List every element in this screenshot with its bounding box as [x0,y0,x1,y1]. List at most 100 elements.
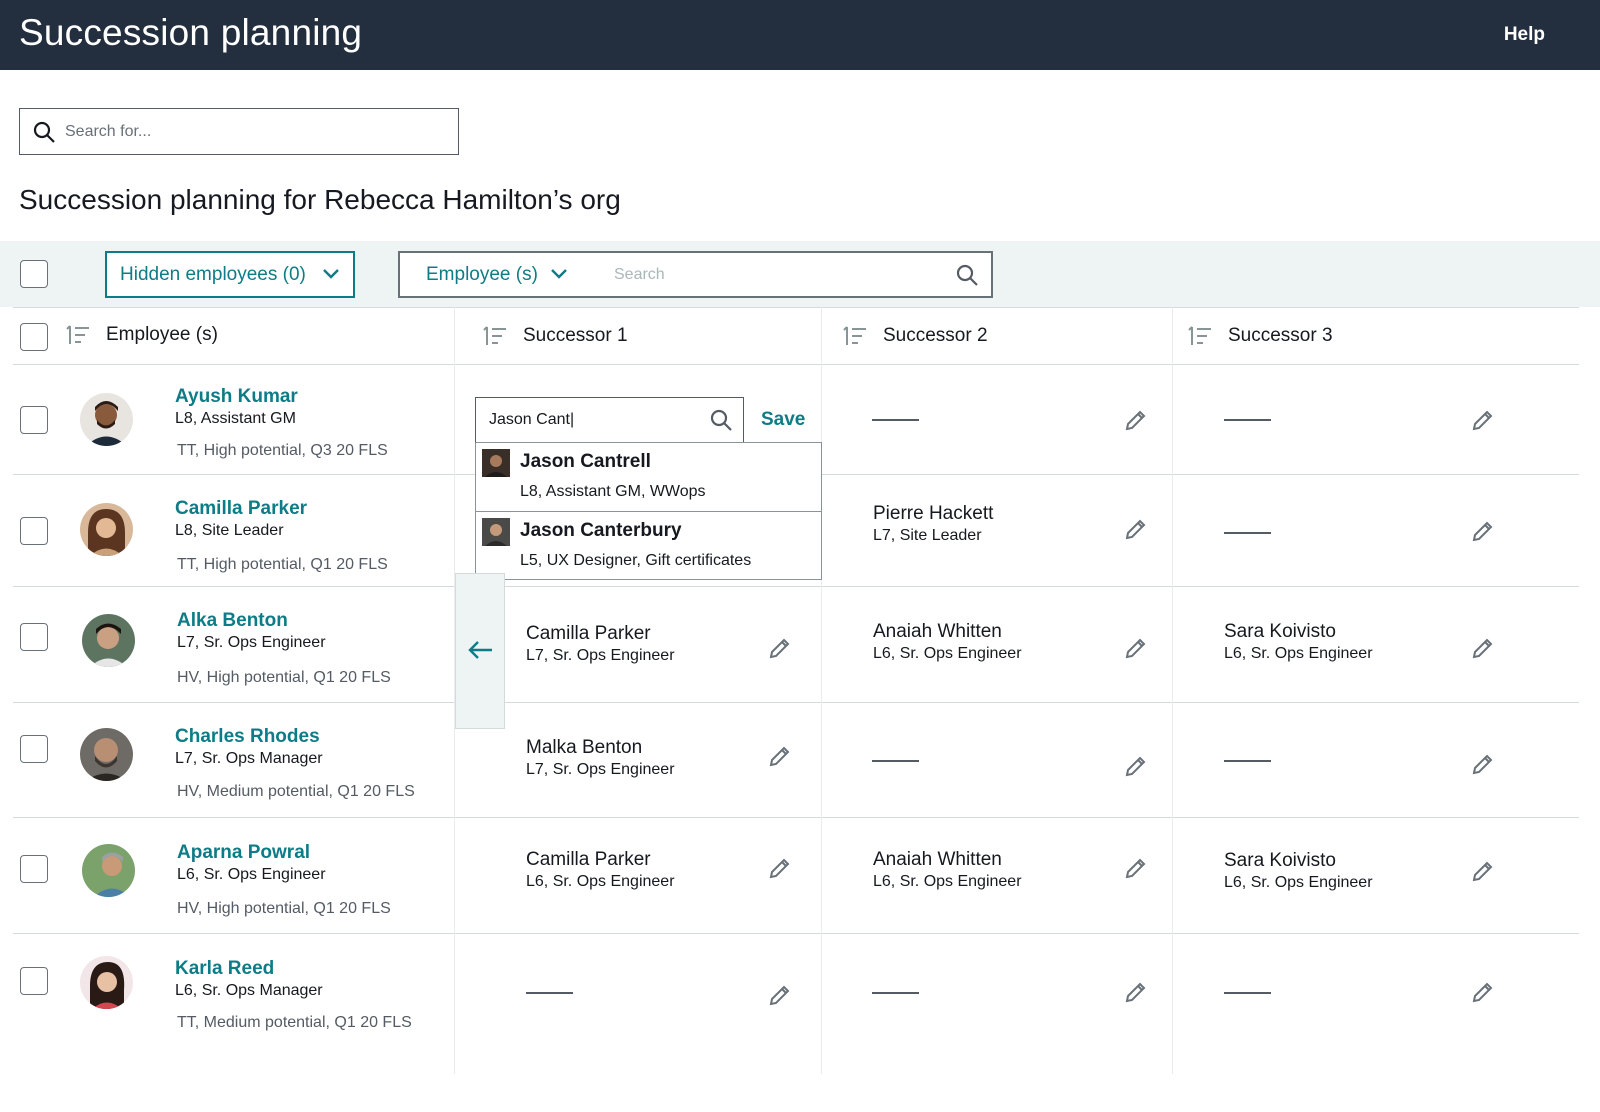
pencil-icon[interactable] [1122,405,1150,433]
employee-tags: HV, Medium potential, Q1 20 FLS [177,783,415,800]
pencil-icon[interactable] [1469,977,1497,1005]
table-divider [13,817,1579,818]
employee-tags: HV, High potential, Q1 20 FLS [177,669,391,686]
page-heading: Succession planning for Rebecca Hamilton… [19,184,621,215]
employee-role: L8, Assistant GM [175,410,296,427]
pencil-icon[interactable] [1469,516,1497,544]
suggestion-detail: L5, UX Designer, Gift certificates [520,552,752,569]
suggestion-name: Jason Cantrell [520,451,651,472]
table-divider [13,933,1579,934]
pencil-icon[interactable] [1469,633,1497,661]
search-icon[interactable] [955,263,979,287]
pencil-icon[interactable] [1122,977,1150,1005]
employee-name-link[interactable]: Aparna Powral [177,842,310,864]
employee-name-link[interactable]: Charles Rhodes [175,726,320,748]
app-title: Succession planning [19,12,363,53]
pencil-icon[interactable] [766,853,794,881]
table-divider [13,702,1579,703]
employee-role: L6, Sr. Ops Manager [175,982,323,999]
empty-successor-dash [872,760,919,762]
help-link[interactable]: Help [1504,24,1545,46]
avatar [82,614,135,667]
successor-name: Camilla Parker [526,849,651,870]
employee-filter-label: Employee (s) [426,264,538,285]
empty-successor-dash [526,992,573,994]
hidden-employees-dropdown[interactable]: Hidden employees (0) [105,251,355,298]
pencil-icon[interactable] [1122,853,1150,881]
table-divider [13,307,1579,308]
column-divider [821,307,822,1074]
row-checkbox[interactable] [20,623,48,651]
sort-icon[interactable] [1188,325,1212,347]
employee-tags: TT, High potential, Q3 20 FLS [177,442,388,459]
employee-name-link[interactable]: Ayush Kumar [175,386,298,408]
row-checkbox[interactable] [20,855,48,883]
row-checkbox[interactable] [20,517,48,545]
pencil-icon[interactable] [1469,856,1497,884]
successor-role: L7, Site Leader [873,527,982,544]
successor-role: L6, Sr. Ops Engineer [873,873,1022,890]
sort-icon[interactable] [483,325,507,347]
sort-icon[interactable] [66,324,90,346]
arrow-left-icon [468,641,492,659]
employee-tags: HV, High potential, Q1 20 FLS [177,900,391,917]
row-checkbox[interactable] [20,967,48,995]
successor-name: Sara Koivisto [1224,850,1336,871]
column-header-employee[interactable]: Employee (s) [66,307,218,363]
sort-icon[interactable] [843,325,867,347]
save-button[interactable]: Save [761,409,805,431]
successor-name: Anaiah Whitten [873,849,1002,870]
avatar [82,844,135,897]
pencil-icon[interactable] [1122,633,1150,661]
empty-successor-dash [1224,760,1271,762]
empty-successor-dash [1224,992,1271,994]
column-header-successor-3[interactable]: Successor 3 [1188,308,1333,364]
employee-name-link[interactable]: Karla Reed [175,958,274,980]
column-header-label: Successor 3 [1228,325,1333,346]
column-header-label: Successor 2 [883,325,988,346]
global-search-input[interactable] [65,110,445,153]
suggestion-detail: L8, Assistant GM, WWops [520,483,706,500]
column-header-label: Employee (s) [106,324,218,345]
select-all-checkbox[interactable] [20,260,48,288]
pencil-icon[interactable] [766,633,794,661]
successor-search-input[interactable] [489,399,699,441]
employee-name-link[interactable]: Camilla Parker [175,498,307,520]
global-search-box[interactable] [19,108,459,155]
collapse-column-button[interactable] [455,573,505,729]
employee-filter-dropdown[interactable]: Employee (s) [398,251,600,298]
avatar [482,449,510,477]
hidden-employees-label: Hidden employees (0) [120,264,306,285]
row-checkbox[interactable] [20,406,48,434]
header-checkbox[interactable] [20,323,48,351]
avatar [80,956,133,1009]
employee-search-box[interactable] [598,251,993,298]
employee-role: L8, Site Leader [175,522,284,539]
pencil-icon[interactable] [1122,514,1150,542]
successor-search-box[interactable] [475,397,744,443]
column-header-label: Successor 1 [523,325,628,346]
suggestion-name: Jason Canterbury [520,520,682,541]
employee-search-input[interactable] [614,255,944,295]
pencil-icon[interactable] [766,741,794,769]
column-header-successor-1[interactable]: Successor 1 [483,308,628,364]
pencil-icon[interactable] [1469,749,1497,777]
successor-suggestions-dropdown: Jason Cantrell L8, Assistant GM, WWops J… [475,442,822,580]
employee-name-link[interactable]: Alka Benton [177,610,288,632]
avatar [80,503,133,556]
pencil-icon[interactable] [1122,751,1150,779]
top-nav-bar: Succession planning Help [0,0,1600,70]
chevron-down-icon [551,269,567,279]
suggestion-item[interactable]: Jason Cantrell L8, Assistant GM, WWops [476,443,821,511]
table-divider [13,586,1579,587]
successor-role: L6, Sr. Ops Engineer [526,873,675,890]
employee-tags: TT, Medium potential, Q1 20 FLS [177,1014,412,1031]
employee-role: L7, Sr. Ops Manager [175,750,323,767]
successor-role: L7, Sr. Ops Engineer [526,647,675,664]
search-icon[interactable] [709,408,733,432]
row-checkbox[interactable] [20,735,48,763]
pencil-icon[interactable] [1469,405,1497,433]
column-header-successor-2[interactable]: Successor 2 [843,308,988,364]
suggestion-item[interactable]: Jason Canterbury L5, UX Designer, Gift c… [476,512,821,580]
pencil-icon[interactable] [766,980,794,1008]
